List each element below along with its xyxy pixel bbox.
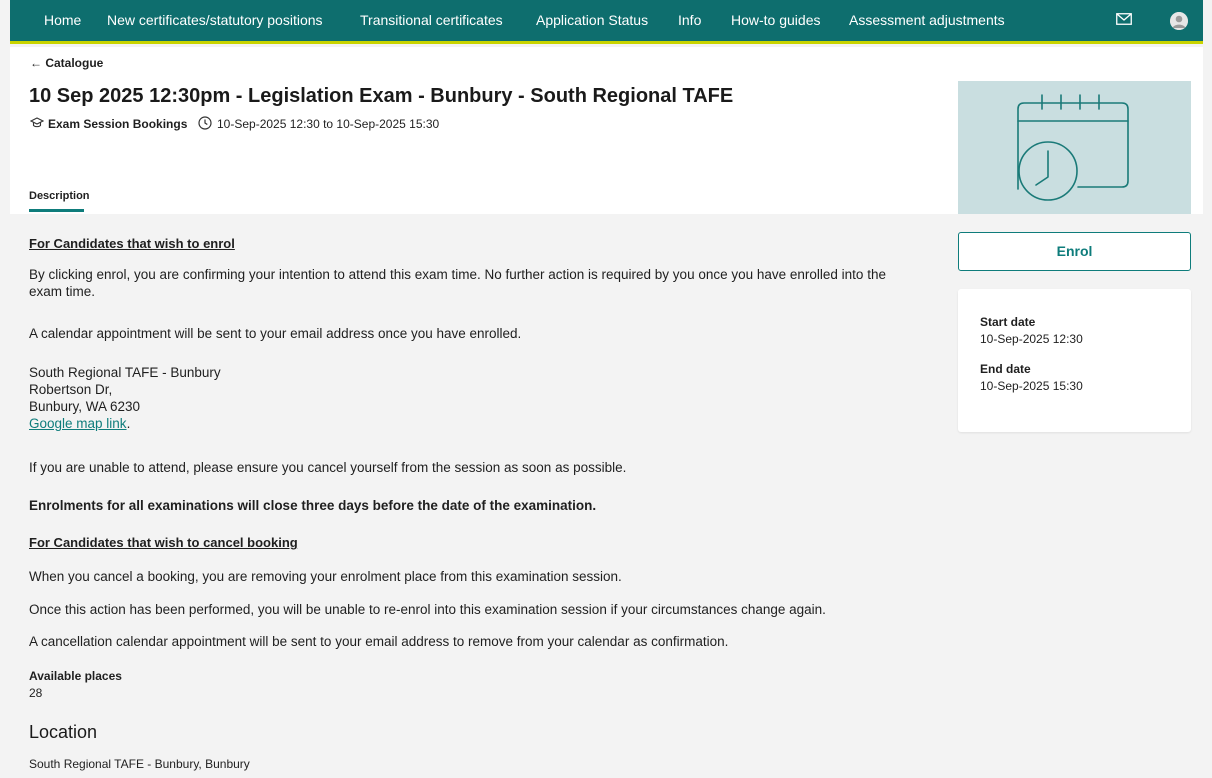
nav-item-home[interactable]: Home	[44, 0, 81, 41]
avatar-icon	[1170, 12, 1188, 30]
available-places-label: Available places	[29, 669, 122, 683]
cancel-paragraph-2: Once this action has been performed, you…	[29, 602, 826, 617]
map-link-suffix: .	[126, 416, 131, 431]
google-map-link[interactable]: Google map link	[29, 416, 127, 431]
nav-item-info[interactable]: Info	[678, 0, 701, 41]
session-thumbnail	[958, 81, 1191, 214]
nav-item-application-status[interactable]: Application Status	[536, 0, 648, 41]
map-link-line: Google map link.	[29, 415, 130, 432]
cancel-heading: For Candidates that wish to cancel booki…	[29, 535, 298, 550]
available-places-value: 28	[29, 686, 43, 700]
unable-attend-notice: If you are unable to attend, please ensu…	[29, 460, 627, 475]
nav-item-new-certificates[interactable]: New certificates/statutory positions	[107, 0, 323, 41]
end-date-label: End date	[980, 362, 1031, 376]
calendar-notice: A calendar appointment will be sent to y…	[29, 326, 522, 341]
back-to-catalogue-link[interactable]: ← Catalogue	[30, 56, 103, 70]
page-title: 10 Sep 2025 12:30pm - Legislation Exam -…	[29, 85, 734, 107]
address-line-3: Bunbury, WA 6230	[29, 399, 141, 414]
enrol-heading: For Candidates that wish to enrol	[29, 236, 235, 251]
cancel-paragraph-1: When you cancel a booking, you are remov…	[29, 569, 622, 584]
avatar[interactable]	[1170, 12, 1188, 30]
active-tab-indicator	[29, 209, 84, 212]
nav-item-how-to-guides[interactable]: How-to guides	[731, 0, 821, 41]
address-line-2: Robertson Dr,	[29, 382, 113, 397]
enrol-paragraph-line2: exam time.	[29, 284, 96, 299]
enrol-paragraph-line1: By clicking enrol, you are confirming yo…	[29, 267, 886, 282]
start-date-label: Start date	[980, 315, 1036, 329]
graduation-cap-icon	[30, 117, 44, 128]
end-date-value: 10-Sep-2025 15:30	[980, 379, 1083, 393]
session-category: Exam Session Bookings	[48, 117, 188, 131]
mail-icon[interactable]	[1116, 13, 1132, 25]
tab-description[interactable]: Description	[29, 190, 90, 202]
location-value: South Regional TAFE - Bunbury, Bunbury	[29, 757, 250, 771]
session-date-range: 10-Sep-2025 12:30 to 10-Sep-2025 15:30	[217, 117, 440, 131]
location-heading: Location	[29, 722, 98, 742]
address-line-1: South Regional TAFE - Bunbury	[29, 365, 221, 380]
clock-icon	[198, 116, 212, 130]
nav-item-assessment-adjustments[interactable]: Assessment adjustments	[849, 0, 1005, 41]
calendar-clock-icon	[1017, 94, 1129, 201]
top-nav: Home New certificates/statutory position…	[10, 0, 1203, 44]
enrolment-close-notice: Enrolments for all examinations will clo…	[29, 498, 597, 513]
start-date-value: 10-Sep-2025 12:30	[980, 332, 1083, 346]
cancel-paragraph-3: A cancellation calendar appointment will…	[29, 634, 729, 649]
nav-item-transitional-certificates[interactable]: Transitional certificates	[360, 0, 503, 41]
session-dates-card: Start date 10-Sep-2025 12:30 End date 10…	[958, 289, 1191, 432]
enrol-button[interactable]: Enrol	[958, 232, 1191, 271]
